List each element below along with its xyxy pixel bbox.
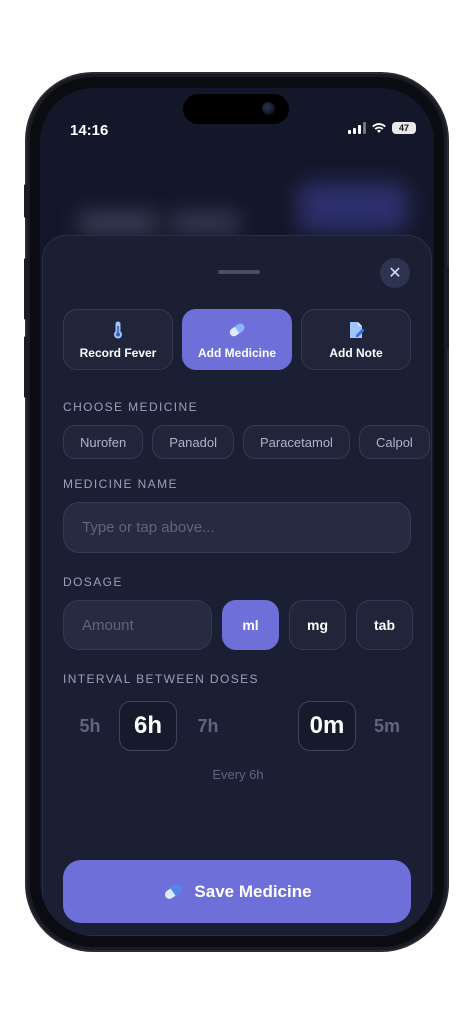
minutes-selected[interactable]: 0m <box>298 701 356 751</box>
mute-switch <box>24 184 28 218</box>
camera-icon <box>262 102 275 115</box>
input-placeholder: Amount <box>82 616 134 634</box>
tab-record-fever[interactable]: Record Fever <box>63 309 173 370</box>
entry-type-tabs: Record Fever Add Medicine Add Note <box>63 309 411 370</box>
status-indicators: 47 <box>348 122 416 134</box>
pill-icon <box>165 884 182 899</box>
medicine-chip[interactable]: Calpol <box>358 425 430 459</box>
medicine-chip[interactable]: Paracetamol <box>242 425 350 459</box>
tab-label: Add Medicine <box>197 345 276 360</box>
tab-label: Add Note <box>329 345 383 360</box>
interval-label: INTERVAL BETWEEN DOSES <box>63 672 259 686</box>
pill-icon <box>229 323 245 336</box>
add-entry-sheet: ✕ Record Fever Add Medicine Add Note CHO… <box>42 235 432 936</box>
dosage-label: DOSAGE <box>63 575 123 589</box>
note-icon <box>350 321 365 338</box>
amount-input[interactable]: Amount <box>63 600 212 650</box>
input-placeholder: Type or tap above... <box>82 519 215 536</box>
hours-option[interactable]: 7h <box>193 701 223 751</box>
unit-tab-button[interactable]: tab <box>356 600 413 650</box>
interval-picker: 5h 6h 7h 0m 5m <box>43 701 433 753</box>
volume-down-button <box>24 336 28 398</box>
screen: 14:16 47 ✕ Record Fever Add Medicine Add… <box>40 88 434 936</box>
medicine-chips: Nurofen Panadol Paracetamol Calpol <box>63 425 430 459</box>
choose-medicine-label: CHOOSE MEDICINE <box>63 400 199 414</box>
minutes-option[interactable]: 5m <box>369 701 405 751</box>
hours-selected[interactable]: 6h <box>119 701 177 751</box>
battery-icon: 47 <box>392 122 416 134</box>
dosage-row: Amount ml mg tab <box>63 600 413 650</box>
interval-summary: Every 6h <box>212 767 264 782</box>
sheet-handle[interactable] <box>218 270 260 274</box>
hours-option[interactable]: 5h <box>75 701 105 751</box>
volume-up-button <box>24 258 28 320</box>
close-button[interactable]: ✕ <box>380 258 410 288</box>
thermometer-icon <box>114 321 122 338</box>
tab-add-note[interactable]: Add Note <box>301 309 411 370</box>
dynamic-island <box>183 94 289 124</box>
tab-label: Record Fever <box>79 345 157 360</box>
save-medicine-button[interactable]: Save Medicine <box>63 860 411 923</box>
unit-mg-button[interactable]: mg <box>289 600 346 650</box>
medicine-name-label: MEDICINE NAME <box>63 477 178 491</box>
power-button <box>445 266 449 350</box>
wifi-icon <box>372 123 386 133</box>
unit-ml-button[interactable]: ml <box>222 600 279 650</box>
close-icon: ✕ <box>388 265 402 282</box>
medicine-name-input[interactable]: Type or tap above... <box>63 502 411 553</box>
signal-icon <box>348 122 366 134</box>
medicine-chip[interactable]: Nurofen <box>63 425 144 459</box>
medicine-chip[interactable]: Panadol <box>152 425 234 459</box>
tab-add-medicine[interactable]: Add Medicine <box>182 309 292 370</box>
status-time: 14:16 <box>70 122 109 139</box>
save-button-label: Save Medicine <box>194 881 312 901</box>
